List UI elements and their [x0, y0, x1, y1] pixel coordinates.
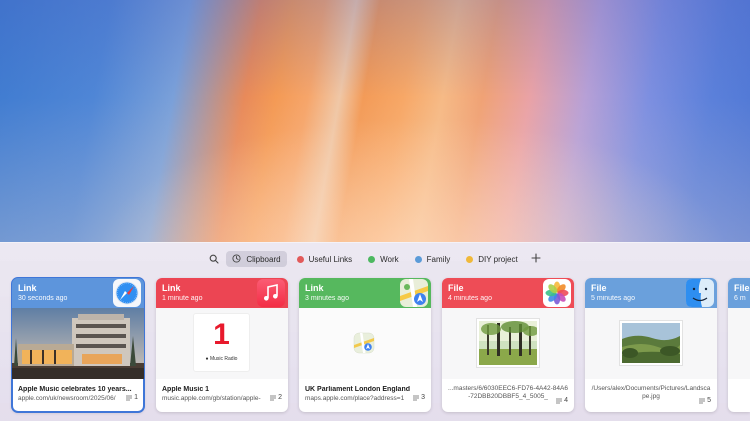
apple-logo-icon: ●	[205, 356, 209, 362]
card-time: 5 minutes ago	[591, 295, 635, 302]
card-count: 5	[699, 397, 711, 404]
card-time: 30 seconds ago	[18, 295, 68, 302]
card-header: Link 30 seconds ago	[12, 278, 144, 308]
tab-label: Clipboard	[246, 254, 281, 264]
clipboard-card-partial[interactable]: File 6 m	[728, 278, 750, 412]
card-type: File	[448, 283, 464, 293]
clipboard-card-landscape-file[interactable]: File 5 minutes ago /Users/alex/Documents…	[585, 278, 717, 412]
card-preview-image	[585, 308, 717, 379]
radio-number: 1	[213, 318, 230, 351]
card-time: 1 minute ago	[162, 295, 203, 302]
card-header: File 4 minutes ago	[442, 278, 574, 308]
clipboard-card-apple-music-news[interactable]: Link 30 seconds ago Apple Music celebrat…	[11, 277, 145, 413]
card-header: File 6 m	[728, 278, 750, 308]
tab-clipboard[interactable]: Clipboard	[226, 251, 287, 267]
plus-icon	[531, 250, 541, 268]
tab-label: Work	[380, 254, 399, 264]
tab-label: DIY project	[478, 254, 518, 264]
music-radio-artwork: 1 ● Music Radio	[194, 314, 249, 371]
tab-work[interactable]: Work	[362, 251, 405, 267]
card-type: Link	[18, 283, 37, 293]
card-preview-image	[299, 308, 431, 379]
clipboard-card-apple-music-1[interactable]: Link 1 minute ago 1 ● Music Radio Apple …	[156, 278, 288, 412]
card-time: 6 m	[734, 295, 746, 302]
card-count-value: 5	[707, 397, 711, 404]
clipboard-cards: Link 30 seconds ago Apple Music celebrat…	[0, 277, 750, 418]
card-count: 3	[413, 394, 425, 401]
list-icon	[126, 395, 133, 400]
color-dot	[414, 255, 422, 263]
list-icon	[413, 395, 420, 400]
finder-app-icon	[685, 278, 715, 308]
pinboard-tab-bar: Clipboard Useful Links Work Family DIY p…	[0, 250, 750, 268]
safari-icon	[112, 278, 142, 308]
card-count: 4	[556, 397, 568, 404]
card-header: Link 1 minute ago	[156, 278, 288, 308]
tab-family[interactable]: Family	[409, 251, 457, 267]
forest-thumbnail	[477, 319, 539, 367]
card-time: 3 minutes ago	[305, 295, 349, 302]
card-preview-image	[442, 308, 574, 379]
card-preview-image	[728, 308, 750, 379]
card-count: 1	[126, 394, 138, 401]
landscape-thumbnail	[620, 321, 682, 365]
clipboard-card-photo-file[interactable]: File 4 minutes ago ...masters/6/6030EEC6…	[442, 278, 574, 412]
tab-diy-project[interactable]: DIY project	[460, 251, 523, 267]
card-header: Link 3 minutes ago	[299, 278, 431, 308]
music-app-icon	[256, 278, 286, 308]
clock-icon	[232, 253, 241, 265]
card-preview-image	[12, 308, 144, 379]
color-dot	[466, 255, 474, 263]
card-url: maps.apple.com/place?address=1	[305, 395, 405, 402]
clipboard-shelf: Clipboard Useful Links Work Family DIY p…	[0, 242, 750, 421]
card-time: 4 minutes ago	[448, 295, 492, 302]
card-preview-image: 1 ● Music Radio	[156, 308, 288, 379]
card-count: 2	[270, 394, 282, 401]
card-file-path: /Users/alex/Documents/Pictures/Landscape…	[591, 385, 711, 400]
clipboard-card-uk-parliament[interactable]: Link 3 minutes ago UK Parliament London …	[299, 278, 431, 412]
list-icon	[699, 398, 706, 403]
card-count-value: 4	[564, 397, 568, 404]
photos-app-icon	[542, 278, 572, 308]
radio-label: Music Radio	[209, 356, 238, 362]
maps-app-icon	[399, 278, 429, 308]
card-header: File 5 minutes ago	[585, 278, 717, 308]
card-type: File	[734, 283, 750, 293]
card-count-value: 1	[134, 394, 138, 401]
tab-useful-links[interactable]: Useful Links	[291, 251, 359, 267]
card-url: apple.com/uk/newsroom/2025/06/	[18, 395, 116, 402]
card-type: Link	[305, 283, 324, 293]
card-count-value: 3	[421, 394, 425, 401]
card-file-path: ...masters/6/6030EEC6-FD76-4A42-84A6-72D…	[448, 385, 568, 400]
list-icon	[556, 398, 563, 403]
tab-label: Family	[426, 254, 451, 264]
maps-icon	[353, 332, 375, 359]
tab-label: Useful Links	[308, 254, 353, 264]
card-count-value: 2	[278, 394, 282, 401]
color-dot	[368, 255, 376, 263]
card-type: File	[591, 283, 607, 293]
card-url: music.apple.com/gb/station/apple-	[162, 395, 261, 402]
card-title: Apple Music celebrates 10 years...	[18, 386, 132, 393]
card-type: Link	[162, 283, 181, 293]
card-title: UK Parliament London England	[305, 386, 411, 393]
color-dot	[296, 255, 304, 263]
add-pinboard-button[interactable]	[528, 251, 544, 267]
search-icon[interactable]	[206, 251, 222, 267]
desktop-wallpaper	[0, 0, 750, 242]
list-icon	[270, 395, 277, 400]
card-title: Apple Music 1	[162, 386, 210, 393]
